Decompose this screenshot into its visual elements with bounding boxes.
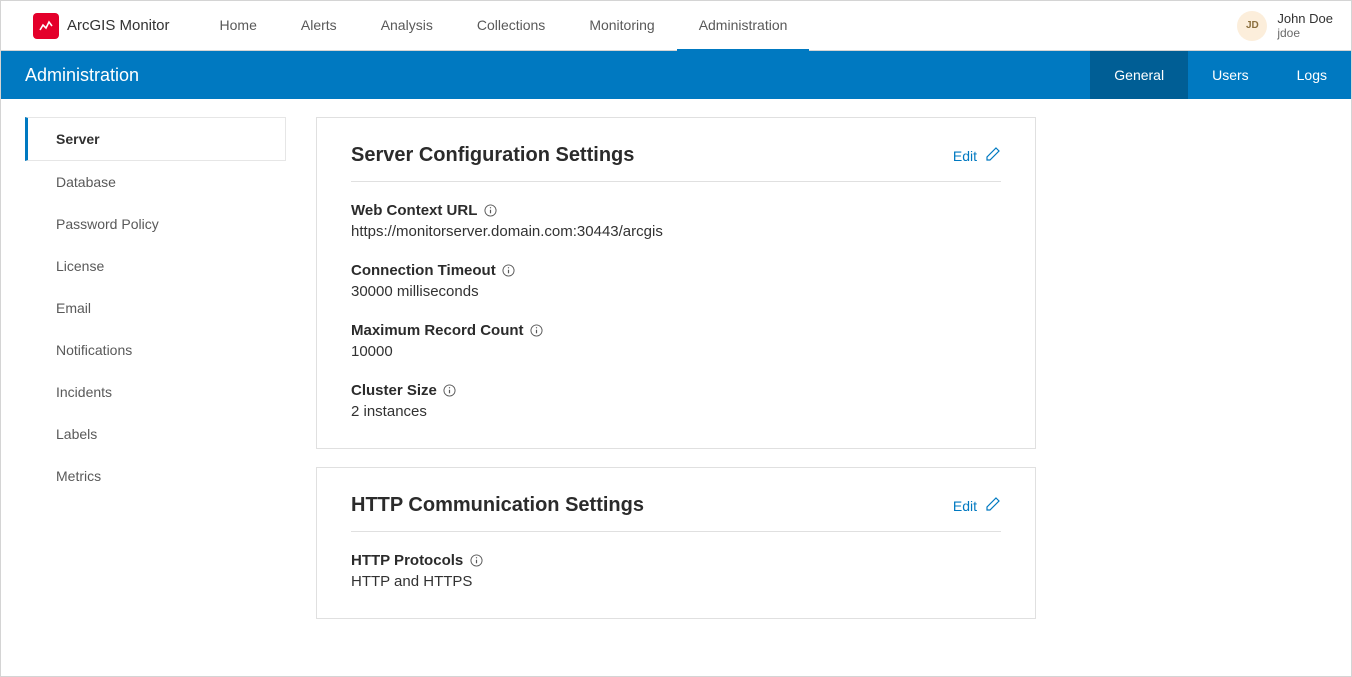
field-label: HTTP Protocols [351, 552, 1001, 569]
sidebar-item-metrics[interactable]: Metrics [25, 455, 286, 497]
field-label: Maximum Record Count [351, 322, 1001, 339]
field-label: Web Context URL [351, 202, 1001, 219]
field-value: 2 instances [351, 403, 1001, 420]
sub-header-tabs: General Users Logs [1090, 51, 1351, 99]
edit-button[interactable]: Edit [953, 496, 1001, 515]
brand-logo-icon [33, 13, 59, 39]
main: Server Configuration Settings Edit Web C… [286, 99, 1066, 676]
sidebar-item-label: Notifications [56, 342, 132, 358]
sidebar-item-label: Password Policy [56, 216, 159, 232]
info-icon[interactable] [469, 554, 483, 568]
nav-tab-collections[interactable]: Collections [455, 1, 567, 51]
field-label: Connection Timeout [351, 262, 1001, 279]
nav-tab-analysis[interactable]: Analysis [359, 1, 455, 51]
field-connection-timeout: Connection Timeout 30000 milliseconds [351, 262, 1001, 300]
panel-title: Server Configuration Settings [351, 144, 634, 167]
field-web-context-url: Web Context URL https://monitorserver.do… [351, 202, 1001, 240]
sidebar-item-email[interactable]: Email [25, 287, 286, 329]
pencil-icon [985, 496, 1001, 515]
info-icon[interactable] [502, 264, 516, 278]
nav-tab-administration[interactable]: Administration [677, 1, 810, 51]
field-value: https://monitorserver.domain.com:30443/a… [351, 223, 1001, 240]
nav-tab-home[interactable]: Home [198, 1, 279, 51]
sidebar-item-label: Incidents [56, 384, 112, 400]
sidebar-item-label: Metrics [56, 468, 101, 484]
panel-http-communication: HTTP Communication Settings Edit HTTP Pr… [316, 467, 1036, 619]
info-icon[interactable] [483, 204, 497, 218]
sidebar: Server Database Password Policy License … [1, 99, 286, 676]
edit-button[interactable]: Edit [953, 146, 1001, 165]
field-label: Cluster Size [351, 382, 1001, 399]
sidebar-item-labels[interactable]: Labels [25, 413, 286, 455]
field-value: 10000 [351, 343, 1001, 360]
sub-tab-general[interactable]: General [1090, 51, 1188, 99]
sidebar-item-license[interactable]: License [25, 245, 286, 287]
top-nav: ArcGIS Monitor Home Alerts Analysis Coll… [1, 1, 1351, 51]
content: Server Database Password Policy License … [1, 99, 1351, 676]
user-text: John Doe jdoe [1277, 11, 1333, 41]
sidebar-item-label: Server [56, 131, 100, 147]
sidebar-item-label: Email [56, 300, 91, 316]
sidebar-item-database[interactable]: Database [25, 161, 286, 203]
field-value: 30000 milliseconds [351, 283, 1001, 300]
nav-tab-alerts[interactable]: Alerts [279, 1, 359, 51]
sub-tab-users[interactable]: Users [1188, 51, 1273, 99]
field-cluster-size: Cluster Size 2 instances [351, 382, 1001, 420]
field-http-protocols: HTTP Protocols HTTP and HTTPS [351, 552, 1001, 590]
sidebar-item-incidents[interactable]: Incidents [25, 371, 286, 413]
sidebar-item-label: Labels [56, 426, 97, 442]
sub-tab-logs[interactable]: Logs [1273, 51, 1351, 99]
nav-tabs: Home Alerts Analysis Collections Monitor… [198, 1, 810, 51]
sidebar-item-password-policy[interactable]: Password Policy [25, 203, 286, 245]
sidebar-item-label: Database [56, 174, 116, 190]
field-max-record-count: Maximum Record Count 10000 [351, 322, 1001, 360]
panel-server-config: Server Configuration Settings Edit Web C… [316, 117, 1036, 449]
sub-header-title: Administration [25, 65, 139, 86]
sidebar-item-label: License [56, 258, 104, 274]
panel-header: Server Configuration Settings Edit [351, 144, 1001, 182]
user-name: John Doe [1277, 11, 1333, 27]
sidebar-item-notifications[interactable]: Notifications [25, 329, 286, 371]
sub-header: Administration General Users Logs [1, 51, 1351, 99]
nav-tab-monitoring[interactable]: Monitoring [567, 1, 676, 51]
info-icon[interactable] [443, 384, 457, 398]
field-value: HTTP and HTTPS [351, 573, 1001, 590]
info-icon[interactable] [530, 324, 544, 338]
sidebar-item-server[interactable]: Server [25, 117, 286, 161]
brand[interactable]: ArcGIS Monitor [33, 13, 170, 39]
avatar: JD [1237, 11, 1267, 41]
panel-title: HTTP Communication Settings [351, 494, 644, 517]
brand-name: ArcGIS Monitor [67, 17, 170, 34]
panel-header: HTTP Communication Settings Edit [351, 494, 1001, 532]
user-area[interactable]: JD John Doe jdoe [1237, 11, 1333, 41]
pencil-icon [985, 146, 1001, 165]
user-login: jdoe [1277, 26, 1333, 40]
